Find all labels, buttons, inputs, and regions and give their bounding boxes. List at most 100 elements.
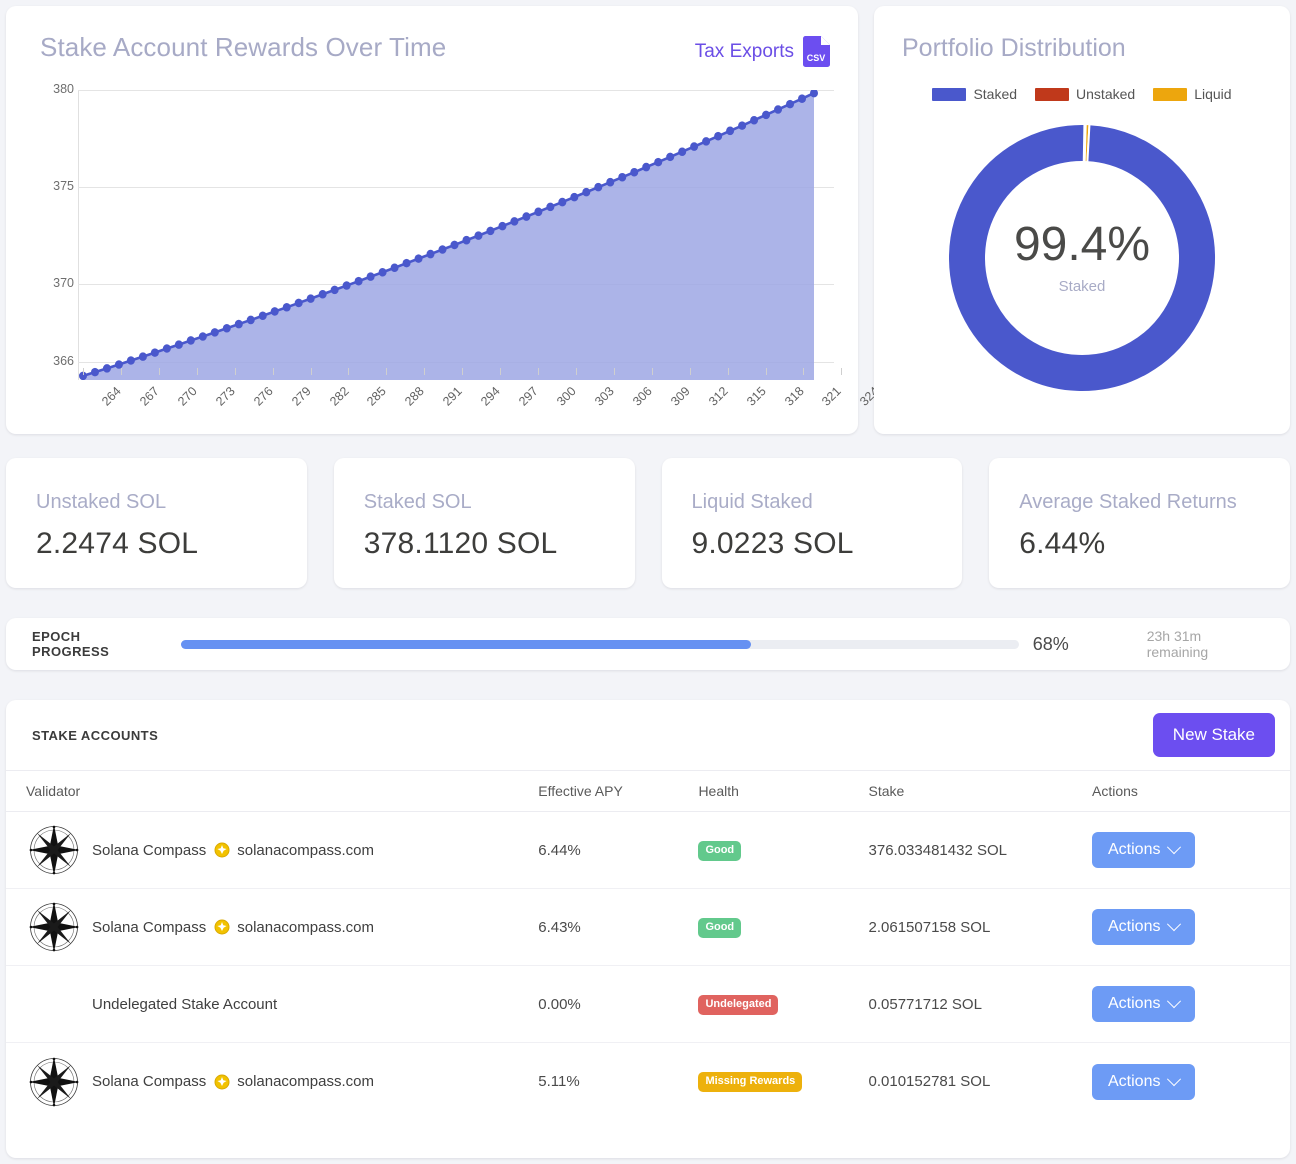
actions-dropdown-button[interactable]: Actions <box>1092 832 1195 868</box>
stat-card-value: 378.1120 SOL <box>364 527 635 561</box>
actions-button-label: Actions <box>1108 1073 1160 1091</box>
x-axis-labels: 2642672702732762792822852882912942973003… <box>79 382 864 428</box>
status-badge: Good <box>698 918 741 938</box>
actions-button-label: Actions <box>1108 995 1160 1013</box>
x-axis-tick-label: 306 <box>630 384 655 409</box>
x-axis-tick-label: 279 <box>289 384 314 409</box>
actions-dropdown-button[interactable]: Actions <box>1092 1064 1195 1100</box>
table-row[interactable]: Solana Compass solanacompass.com 5.11%Miss… <box>6 1043 1290 1120</box>
x-axis-tick <box>728 368 729 375</box>
x-axis-tick <box>576 368 577 375</box>
column-header-stake: Stake <box>869 783 1092 799</box>
top-row: Stake Account Rewards Over Time Tax Expo… <box>0 6 1296 434</box>
new-stake-button[interactable]: New Stake <box>1153 713 1275 757</box>
validator-cell: Solana Compass solanacompass.com <box>26 1054 538 1110</box>
x-axis-tick <box>159 368 160 375</box>
x-axis-tick <box>803 368 804 375</box>
stat-card-label: Liquid Staked <box>692 491 963 514</box>
csv-file-icon: CSV <box>803 36 830 67</box>
x-axis-tick <box>197 368 198 375</box>
stake-accounts-title: STAKE ACCOUNTS <box>32 728 158 743</box>
legend-label: Unstaked <box>1076 86 1135 102</box>
stat-card-staked-sol: Staked SOL 378.1120 SOL <box>334 458 635 588</box>
x-axis-tick-label: 297 <box>516 384 541 409</box>
stat-card-value: 6.44% <box>1019 527 1290 561</box>
portfolio-title: Portfolio Distribution <box>902 34 1126 63</box>
y-axis-tick-label: 380 <box>34 82 74 96</box>
column-header-actions: Actions <box>1092 783 1270 799</box>
compass-avatar-icon <box>26 899 82 955</box>
x-axis-tick-label: 285 <box>365 384 390 409</box>
actions-cell: Actions <box>1092 832 1270 868</box>
actions-cell: Actions <box>1092 986 1270 1022</box>
x-axis-tick <box>311 368 312 375</box>
table-row[interactable]: Solana Compass solanacompass.com 6.43%Good… <box>6 889 1290 966</box>
table-row[interactable]: Solana Compasssolanacompass.com6.44%Good… <box>6 812 1290 889</box>
stat-card-value: 9.0223 SOL <box>692 527 963 561</box>
epoch-progress-bar: EPOCH PROGRESS 68% 23h 31m remaining <box>6 618 1290 670</box>
stat-card-average-staked-returns: Average Staked Returns6.44% <box>989 458 1290 588</box>
stake-amount-value: 0.05771712 SOL <box>869 996 1092 1013</box>
chevron-down-icon <box>1167 994 1181 1008</box>
x-axis-tick <box>538 368 539 375</box>
rewards-chart-card: Stake Account Rewards Over Time Tax Expo… <box>6 6 858 434</box>
health-cell: Undelegated <box>698 994 868 1015</box>
health-cell: Good <box>698 917 868 938</box>
actions-cell: Actions <box>1092 909 1270 945</box>
x-axis-tick-label: 273 <box>213 384 238 409</box>
svg-text:CSV: CSV <box>807 53 826 63</box>
x-axis-tick <box>273 368 274 375</box>
table-row[interactable]: Undelegated Stake Account0.00%Undelegate… <box>6 966 1290 1043</box>
legend-item[interactable]: Unstaked <box>1035 86 1135 102</box>
actions-cell: Actions <box>1092 1064 1270 1100</box>
validator-name[interactable]: Solana Compass <box>92 919 206 936</box>
actions-dropdown-button[interactable]: Actions <box>1092 986 1195 1022</box>
x-axis-tick-label: 294 <box>478 384 503 409</box>
y-axis-tick-label: 375 <box>34 179 74 193</box>
rewards-plot: 366370375380 264267270273276279282285288… <box>34 90 834 380</box>
x-axis-tick <box>841 368 842 375</box>
actions-dropdown-button[interactable]: Actions <box>1092 909 1195 945</box>
x-axis-tick <box>766 368 767 375</box>
column-header-effective-apy: Effective APY <box>538 783 698 799</box>
status-badge: Missing Rewards <box>698 1072 802 1092</box>
validator-name[interactable]: Solana Compass <box>92 1073 206 1090</box>
stat-card-label: Staked SOL <box>364 491 635 514</box>
x-axis-tick <box>690 368 691 375</box>
y-axis-tick-label: 370 <box>34 276 74 290</box>
compass-avatar-icon <box>26 822 82 878</box>
x-axis-tick-label: 291 <box>440 384 465 409</box>
legend-swatch-unstaked <box>1035 88 1069 101</box>
stake-amount-value: 376.033481432 SOL <box>869 842 1092 859</box>
x-axis-tick-label: 282 <box>327 384 352 409</box>
epoch-progress-label: EPOCH PROGRESS <box>32 629 159 659</box>
validator-name[interactable]: Solana Compass <box>92 842 206 859</box>
x-axis-tick <box>500 368 501 375</box>
legend-swatch-liquid <box>1153 88 1187 101</box>
validator-domain[interactable]: solanacompass.com <box>237 919 374 936</box>
stat-card-label: Unstaked SOL <box>36 491 307 514</box>
validator-domain[interactable]: solanacompass.com <box>237 1073 374 1090</box>
epoch-progress-track[interactable] <box>181 640 1019 649</box>
legend-swatch-staked <box>932 88 966 101</box>
stake-amount-value: 2.061507158 SOL <box>869 919 1092 936</box>
validator-domain[interactable]: solanacompass.com <box>237 842 374 859</box>
stake-amount-value: 0.010152781 SOL <box>869 1073 1092 1090</box>
stake-accounts-header: STAKE ACCOUNTS New Stake <box>6 700 1290 770</box>
x-axis-tick <box>652 368 653 375</box>
validator-name[interactable]: Undelegated Stake Account <box>92 996 277 1013</box>
epoch-progress-percent: 68% <box>1033 634 1069 655</box>
tax-exports-link[interactable]: Tax Exports CSV <box>695 36 830 67</box>
chevron-down-icon <box>1167 840 1181 854</box>
effective-apy-value: 5.11% <box>538 1073 698 1090</box>
legend-item[interactable]: Staked <box>932 86 1017 102</box>
validator-cell: Solana Compass solanacompass.com <box>26 822 538 878</box>
status-badge: Undelegated <box>698 995 778 1015</box>
x-axis-tick-label: 318 <box>782 384 807 409</box>
x-axis-tick <box>83 368 84 375</box>
tax-exports-label: Tax Exports <box>695 41 794 63</box>
legend-item[interactable]: Liquid <box>1153 86 1231 102</box>
effective-apy-value: 6.43% <box>538 919 698 936</box>
stake-accounts-card: STAKE ACCOUNTS New Stake Validator Effec… <box>6 700 1290 1158</box>
effective-apy-value: 6.44% <box>538 842 698 859</box>
